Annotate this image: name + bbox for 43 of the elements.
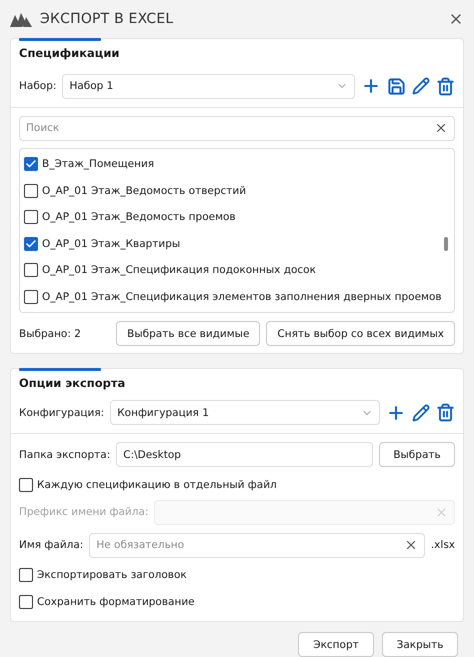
field-label: Конфигурация: bbox=[19, 406, 104, 419]
checkbox-label: Каждую спецификацию в отдельный файл bbox=[37, 478, 277, 491]
field-label: Папка экспорта: bbox=[19, 448, 110, 461]
checkbox[interactable] bbox=[24, 157, 38, 172]
checkbox-label: Экспортировать заголовок bbox=[37, 569, 187, 582]
checkbox[interactable] bbox=[24, 210, 38, 224]
list-item: О_АР_01 Этаж_Квартиры bbox=[42, 238, 180, 250]
extension-label: .xlsx bbox=[430, 539, 455, 552]
checkbox[interactable] bbox=[19, 478, 33, 492]
edit-button[interactable] bbox=[412, 77, 430, 96]
dialog-button[interactable]: Закрыть bbox=[382, 632, 458, 657]
save-button[interactable] bbox=[387, 76, 406, 96]
folder-field[interactable]: C:\Desktop bbox=[116, 442, 373, 468]
browse-button[interactable]: Выбрать bbox=[379, 442, 455, 468]
window-title: ЭКСПОРТ В EXCEL bbox=[40, 10, 174, 27]
selected-count: Выбрано: 2 bbox=[19, 328, 82, 340]
checkbox-label: Сохранить форматирование bbox=[37, 596, 195, 608]
list-item: О_АР_01 Этаж_Ведомость проемов bbox=[42, 211, 236, 224]
list-item: О_АР_01 Этаж_Спецификация подоконных досок bbox=[42, 264, 316, 276]
checkbox[interactable] bbox=[24, 263, 38, 278]
delete-button[interactable] bbox=[436, 76, 455, 96]
edit-button[interactable] bbox=[412, 404, 430, 422]
delete-button[interactable] bbox=[436, 403, 455, 422]
list-item: В_Этаж_Помещения bbox=[42, 158, 154, 170]
list-item: О_АР_01 Этаж_Ведомость отверстий bbox=[42, 184, 246, 197]
checkbox[interactable] bbox=[24, 184, 38, 198]
dialog-button[interactable]: Экспорт bbox=[298, 632, 374, 657]
section-title: Опции экспорта bbox=[18, 375, 126, 390]
list-item: О_АР_01 Этаж_Спецификация элементов заполнения дверных проемов bbox=[42, 291, 442, 304]
section-title: Спецификации bbox=[18, 44, 120, 60]
scrollbar[interactable] bbox=[444, 236, 448, 251]
field-label: Имя файла: bbox=[19, 539, 84, 552]
checkbox[interactable] bbox=[19, 568, 33, 582]
select-button[interactable]: Снять выбор со всех видимых bbox=[266, 321, 455, 346]
select-button[interactable]: Выбрать все видимые bbox=[116, 321, 260, 346]
field-label: Префикс имени файла: bbox=[19, 506, 148, 518]
checkbox[interactable] bbox=[24, 290, 38, 304]
checkbox[interactable] bbox=[19, 594, 33, 609]
field-label: Набор: bbox=[19, 80, 56, 92]
checkbox[interactable] bbox=[24, 236, 38, 251]
configuration-dropdown[interactable]: Конфигурация 1 bbox=[110, 400, 380, 426]
logo-icon bbox=[10, 10, 32, 27]
set-dropdown[interactable]: Набор 1 bbox=[62, 74, 355, 99]
